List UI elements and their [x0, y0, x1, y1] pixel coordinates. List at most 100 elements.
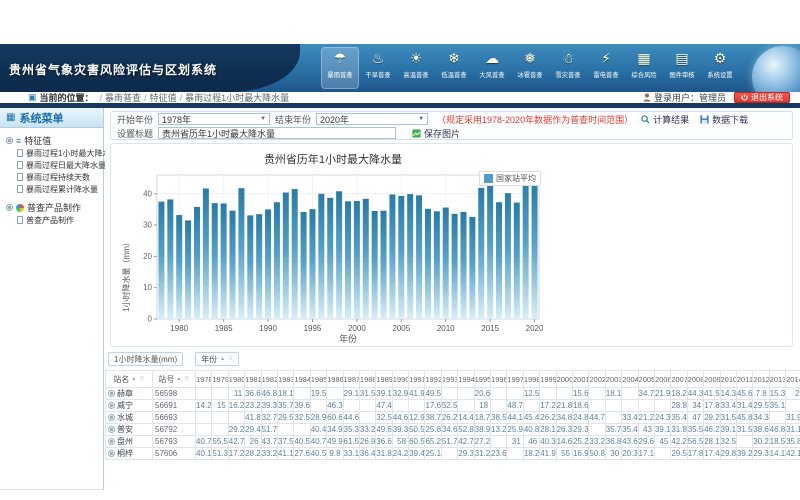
col-year-1983[interactable]: 1983: [277, 371, 293, 388]
col-year-1999[interactable]: 1999: [540, 371, 556, 388]
col-year-1979[interactable]: 1979: [212, 371, 228, 388]
bar-2008[interactable]: [425, 209, 431, 319]
nav-item-8[interactable]: ⚡雷电普查: [588, 48, 624, 88]
table-row[interactable]: 水城5669341.832.729.532.528.960.644.632.54…: [106, 412, 800, 424]
col-year-1990[interactable]: 1990: [392, 371, 408, 388]
bar-2014[interactable]: [478, 188, 484, 319]
bar-2010[interactable]: [443, 208, 449, 319]
sidebar-item[interactable]: 暴雨过程累计降水量: [0, 183, 103, 195]
bar-1993[interactable]: [292, 189, 298, 319]
col-year-1993[interactable]: 1993: [441, 371, 457, 388]
col-year-1978[interactable]: 1978: [196, 371, 212, 388]
bar-1987[interactable]: [238, 188, 244, 319]
col-year-1996[interactable]: 1996: [491, 371, 507, 388]
col-year-1992[interactable]: 1992: [425, 371, 441, 388]
nav-item-7[interactable]: ☃雪灾普查: [550, 48, 586, 88]
breadcrumb-item[interactable]: 暴雨过程1小时最大降水量: [185, 93, 289, 103]
sidebar-item[interactable]: 暴雨过程1小时最大降水量: [0, 147, 103, 159]
table-row[interactable]: 盘州5679340.755.542.72643.737.540.540.749.…: [106, 436, 800, 448]
calculate-button[interactable]: 计算结果: [638, 113, 692, 126]
col-station-id[interactable]: 站号▲ ▽: [153, 371, 196, 388]
bar-2009[interactable]: [434, 211, 440, 319]
col-year-1987[interactable]: 1987: [343, 371, 359, 388]
col-year-2000[interactable]: 2000: [556, 371, 572, 388]
bar-1990[interactable]: [265, 209, 271, 319]
bar-2007[interactable]: [416, 195, 422, 319]
bar-1988[interactable]: [247, 215, 253, 319]
nav-item-1[interactable]: ☂暴雨普查: [322, 48, 358, 88]
nav-item-4[interactable]: ❄低温普查: [436, 48, 472, 88]
end-year-select[interactable]: 2020年 ▼: [316, 113, 428, 125]
col-year-1991[interactable]: 1991: [409, 371, 425, 388]
bar-1984[interactable]: [212, 203, 218, 319]
col-year-2010[interactable]: 2010: [720, 371, 736, 388]
nav-item-9[interactable]: ▦综合风险: [626, 48, 662, 88]
col-year-2011[interactable]: 2011: [736, 371, 752, 388]
year-sort-chip[interactable]: 年份 ▲ ▽: [195, 352, 239, 366]
bar-1979[interactable]: [167, 199, 173, 319]
bar-1982[interactable]: [194, 207, 200, 319]
tree-toggle-icon[interactable]: [6, 204, 13, 211]
bar-2004[interactable]: [389, 194, 395, 319]
col-year-1981[interactable]: 1981: [245, 371, 261, 388]
bar-1981[interactable]: [185, 220, 191, 319]
bar-2012[interactable]: [460, 212, 466, 319]
col-year-1980[interactable]: 1980: [228, 371, 244, 388]
col-year-2014[interactable]: 2014: [786, 371, 800, 388]
nav-item-3[interactable]: ☀高温普查: [398, 48, 434, 88]
sidebar-item[interactable]: 普查产品制作: [0, 214, 103, 226]
col-year-1988[interactable]: 1988: [359, 371, 375, 388]
col-year-2008[interactable]: 2008: [687, 371, 703, 388]
sidebar-group-label[interactable]: 普查产品制作: [0, 201, 103, 214]
bar-2003[interactable]: [381, 211, 387, 319]
bar-1989[interactable]: [256, 214, 262, 319]
table-row[interactable]: 桐梓5760640.151.317.228.233.241.127.640.59…: [106, 448, 800, 460]
bar-1994[interactable]: [301, 212, 307, 319]
station-name-cell[interactable]: 水城: [106, 412, 153, 424]
radio-icon[interactable]: [108, 390, 115, 397]
sidebar-item[interactable]: 暴雨过程日最大降水量: [0, 159, 103, 171]
bar-2006[interactable]: [407, 194, 413, 319]
sidebar-group-label[interactable]: ≡特征值: [0, 134, 103, 147]
download-button[interactable]: 数据下载: [697, 113, 751, 126]
bar-2011[interactable]: [452, 214, 458, 319]
bar-1997[interactable]: [327, 198, 333, 319]
radio-icon[interactable]: [108, 402, 115, 409]
nav-item-10[interactable]: ▤图件审核: [664, 48, 700, 88]
bar-2015[interactable]: [487, 183, 493, 319]
bar-1998[interactable]: [336, 191, 342, 319]
bar-2000[interactable]: [354, 201, 360, 319]
bar-1995[interactable]: [309, 209, 315, 319]
col-year-1982[interactable]: 1982: [261, 371, 277, 388]
table-row[interactable]: 威宁5669114.21516.223.239.335.739.646.347.…: [106, 400, 800, 412]
bar-2002[interactable]: [372, 211, 378, 319]
sort-arrows-icon[interactable]: ▲ ▽: [131, 376, 144, 382]
radio-icon[interactable]: [108, 426, 115, 433]
logout-button[interactable]: 退出系统: [734, 92, 790, 103]
table-row[interactable]: 赫章565981136.646.818.119.529.131.539.132.…: [106, 388, 800, 400]
nav-item-2[interactable]: ♨干旱普查: [360, 48, 396, 88]
bar-1985[interactable]: [221, 203, 227, 319]
station-name-cell[interactable]: 桐梓: [106, 448, 153, 460]
radio-icon[interactable]: [108, 414, 115, 421]
radio-icon[interactable]: [108, 438, 115, 445]
col-year-2012[interactable]: 2012: [753, 371, 769, 388]
col-year-1984[interactable]: 1984: [294, 371, 310, 388]
station-name-cell[interactable]: 赫章: [106, 388, 153, 400]
save-image-button[interactable]: 保存图片: [409, 127, 463, 140]
col-year-2009[interactable]: 2009: [704, 371, 720, 388]
bar-2019[interactable]: [523, 176, 529, 319]
measure-chip[interactable]: 1小时降水量(mm): [108, 352, 183, 366]
bar-1991[interactable]: [274, 202, 280, 319]
bar-2017[interactable]: [505, 193, 511, 319]
col-year-2004[interactable]: 2004: [622, 371, 638, 388]
col-year-2002[interactable]: 2002: [589, 371, 605, 388]
chart-title-input[interactable]: [158, 127, 396, 139]
col-year-2007[interactable]: 2007: [671, 371, 687, 388]
station-name-cell[interactable]: 盘州: [106, 436, 153, 448]
col-year-1989[interactable]: 1989: [376, 371, 392, 388]
breadcrumb-item[interactable]: 特征值: [150, 93, 177, 103]
radio-icon[interactable]: [108, 450, 115, 457]
col-year-2003[interactable]: 2003: [605, 371, 621, 388]
station-name-cell[interactable]: 威宁: [106, 400, 153, 412]
